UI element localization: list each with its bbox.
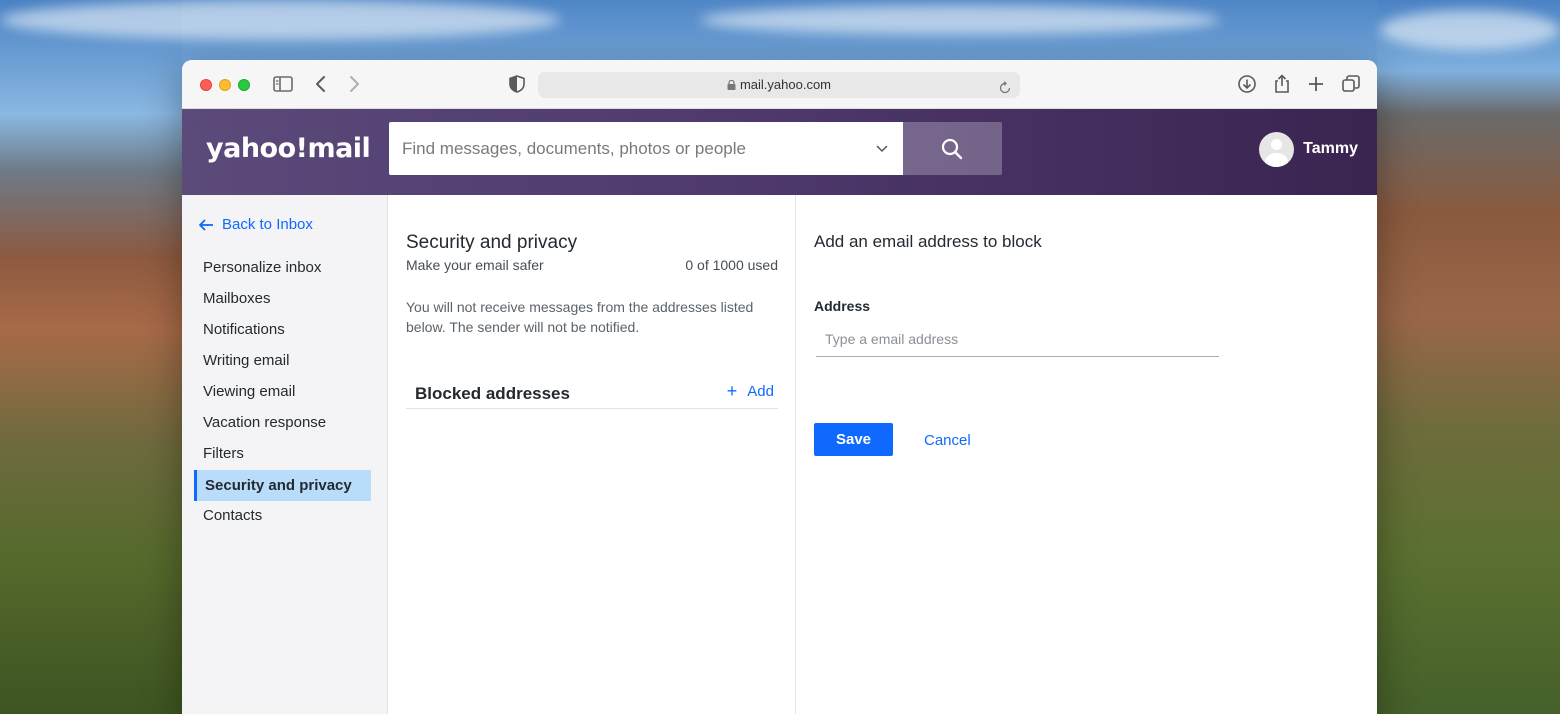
sidebar-item-notifications[interactable]: Notifications — [194, 314, 371, 345]
sidebar-item-vacation-response[interactable]: Vacation response — [194, 407, 371, 438]
search-box — [389, 122, 903, 175]
minimize-window-button[interactable] — [219, 79, 231, 91]
sidebar-toggle-icon[interactable] — [272, 73, 296, 97]
share-icon[interactable] — [1271, 73, 1295, 97]
back-arrow-icon[interactable] — [310, 73, 334, 97]
mail-header: yahoo!mail Tammy — [182, 109, 1377, 195]
privacy-shield-icon[interactable] — [506, 73, 530, 97]
desktop-wallpaper-right — [1377, 0, 1560, 714]
downloads-icon[interactable] — [1236, 73, 1260, 97]
desktop-wallpaper-left — [0, 0, 182, 714]
address-bar[interactable]: mail.yahoo.com — [538, 72, 1020, 98]
search-icon — [941, 138, 963, 160]
plus-icon: + — [726, 381, 738, 401]
back-to-inbox-link[interactable]: Back to Inbox — [198, 216, 313, 233]
blocked-description: You will not receive messages from the a… — [406, 299, 754, 335]
chevron-down-icon[interactable] — [875, 141, 889, 155]
forward-arrow-icon[interactable] — [343, 73, 367, 97]
reload-icon[interactable] — [998, 78, 1012, 94]
wallpaper-cloud — [700, 5, 1220, 35]
close-window-button[interactable] — [200, 79, 212, 91]
new-tab-icon[interactable] — [1305, 73, 1329, 97]
profile-menu[interactable]: Tammy — [1259, 131, 1358, 167]
wallpaper-cloud — [1380, 10, 1560, 50]
search-button[interactable] — [903, 122, 1002, 175]
address-label: Address — [814, 298, 871, 314]
yahoo-mail-logo[interactable]: yahoo!mail — [206, 133, 371, 164]
sidebar-item-writing-email[interactable]: Writing email — [194, 345, 371, 376]
blocked-addresses-header: Blocked addresses + Add — [406, 373, 778, 409]
sidebar-item-personalize-inbox[interactable]: Personalize inbox — [194, 252, 371, 283]
sidebar-item-filters[interactable]: Filters — [194, 438, 371, 469]
avatar — [1259, 131, 1295, 167]
form-title: Add an email address to block — [814, 232, 1042, 251]
search-input[interactable] — [389, 122, 859, 175]
profile-name: Tammy — [1303, 140, 1358, 157]
email-address-input[interactable] — [816, 321, 1219, 357]
block-address-form: Add an email address to block Address Sa… — [797, 195, 1377, 714]
add-blocked-address-button[interactable]: + Add — [726, 381, 774, 401]
url-text: mail.yahoo.com — [739, 77, 832, 92]
back-to-inbox-label: Back to Inbox — [222, 216, 313, 233]
cancel-button[interactable]: Cancel — [924, 432, 971, 449]
add-label: Add — [747, 383, 774, 400]
lock-icon — [727, 80, 736, 90]
browser-toolbar: mail.yahoo.com — [182, 60, 1377, 109]
save-button[interactable]: Save — [814, 423, 893, 456]
blocked-addresses-title: Blocked addresses — [415, 384, 570, 403]
sidebar-item-security-and-privacy[interactable]: Security and privacy — [194, 470, 371, 501]
page-title: Security and privacy — [406, 232, 578, 253]
sidebar-item-viewing-email[interactable]: Viewing email — [194, 376, 371, 407]
sidebar-item-mailboxes[interactable]: Mailboxes — [194, 283, 371, 314]
wallpaper-cloud — [0, 0, 560, 40]
sidebar-item-contacts[interactable]: Contacts — [194, 500, 371, 531]
zoom-window-button[interactable] — [238, 79, 250, 91]
page-subtitle: Make your email safer — [406, 257, 544, 273]
arrow-left-icon — [199, 218, 213, 231]
tab-overview-icon[interactable] — [1340, 73, 1364, 97]
usage-count: 0 of 1000 used — [685, 257, 778, 273]
settings-sidebar: Back to Inbox Personalize inbox Mailboxe… — [182, 195, 388, 714]
security-panel: Security and privacy Make your email saf… — [389, 195, 796, 714]
browser-window: mail.yahoo.com yahoo!mail Find messages,… — [182, 60, 1377, 714]
